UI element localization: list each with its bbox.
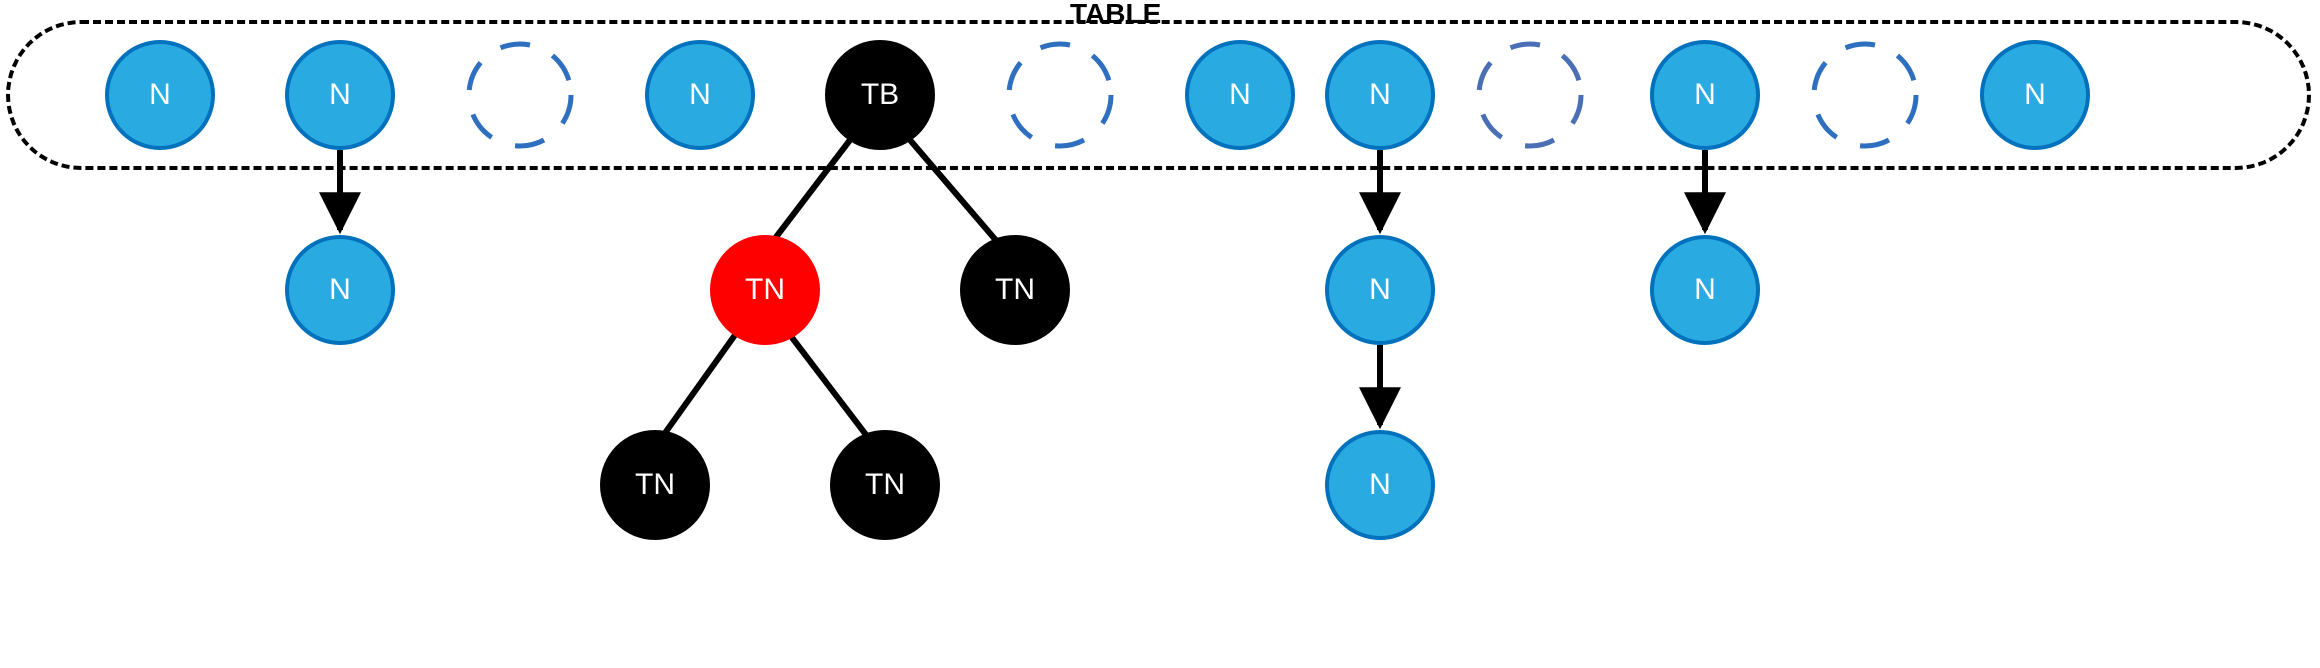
- node-tn-red: TN: [710, 235, 820, 345]
- node-n: N: [105, 40, 215, 150]
- node-tn: TN: [960, 235, 1070, 345]
- node-n: N: [1980, 40, 2090, 150]
- node-label: N: [329, 273, 351, 307]
- node-n: N: [285, 235, 395, 345]
- node-n: N: [1325, 235, 1435, 345]
- node-label: N: [1369, 273, 1391, 307]
- empty-slot: [465, 40, 575, 150]
- node-label: TN: [995, 273, 1035, 307]
- node-n: N: [645, 40, 755, 150]
- node-label: TB: [861, 78, 899, 112]
- node-n: N: [1650, 40, 1760, 150]
- node-label: TN: [635, 468, 675, 502]
- table-label: TABLE: [1070, 0, 1161, 30]
- node-n: N: [1325, 40, 1435, 150]
- node-label: N: [1369, 468, 1391, 502]
- node-label: N: [1694, 273, 1716, 307]
- empty-slot: [1810, 40, 1920, 150]
- node-label: TN: [745, 273, 785, 307]
- node-n: N: [1325, 430, 1435, 540]
- node-n: N: [285, 40, 395, 150]
- diagram-canvas: TABLE N N N: [0, 0, 2320, 668]
- node-label: N: [149, 78, 171, 112]
- node-tb: TB: [825, 40, 935, 150]
- node-tn: TN: [600, 430, 710, 540]
- node-label: N: [2024, 78, 2046, 112]
- node-tn: TN: [830, 430, 940, 540]
- node-label: N: [689, 78, 711, 112]
- node-n: N: [1185, 40, 1295, 150]
- node-label: N: [1229, 78, 1251, 112]
- node-n: N: [1650, 235, 1760, 345]
- node-label: TN: [865, 468, 905, 502]
- node-label: N: [329, 78, 351, 112]
- empty-slot: [1005, 40, 1115, 150]
- node-label: N: [1369, 78, 1391, 112]
- empty-slot: [1475, 40, 1585, 150]
- node-label: N: [1694, 78, 1716, 112]
